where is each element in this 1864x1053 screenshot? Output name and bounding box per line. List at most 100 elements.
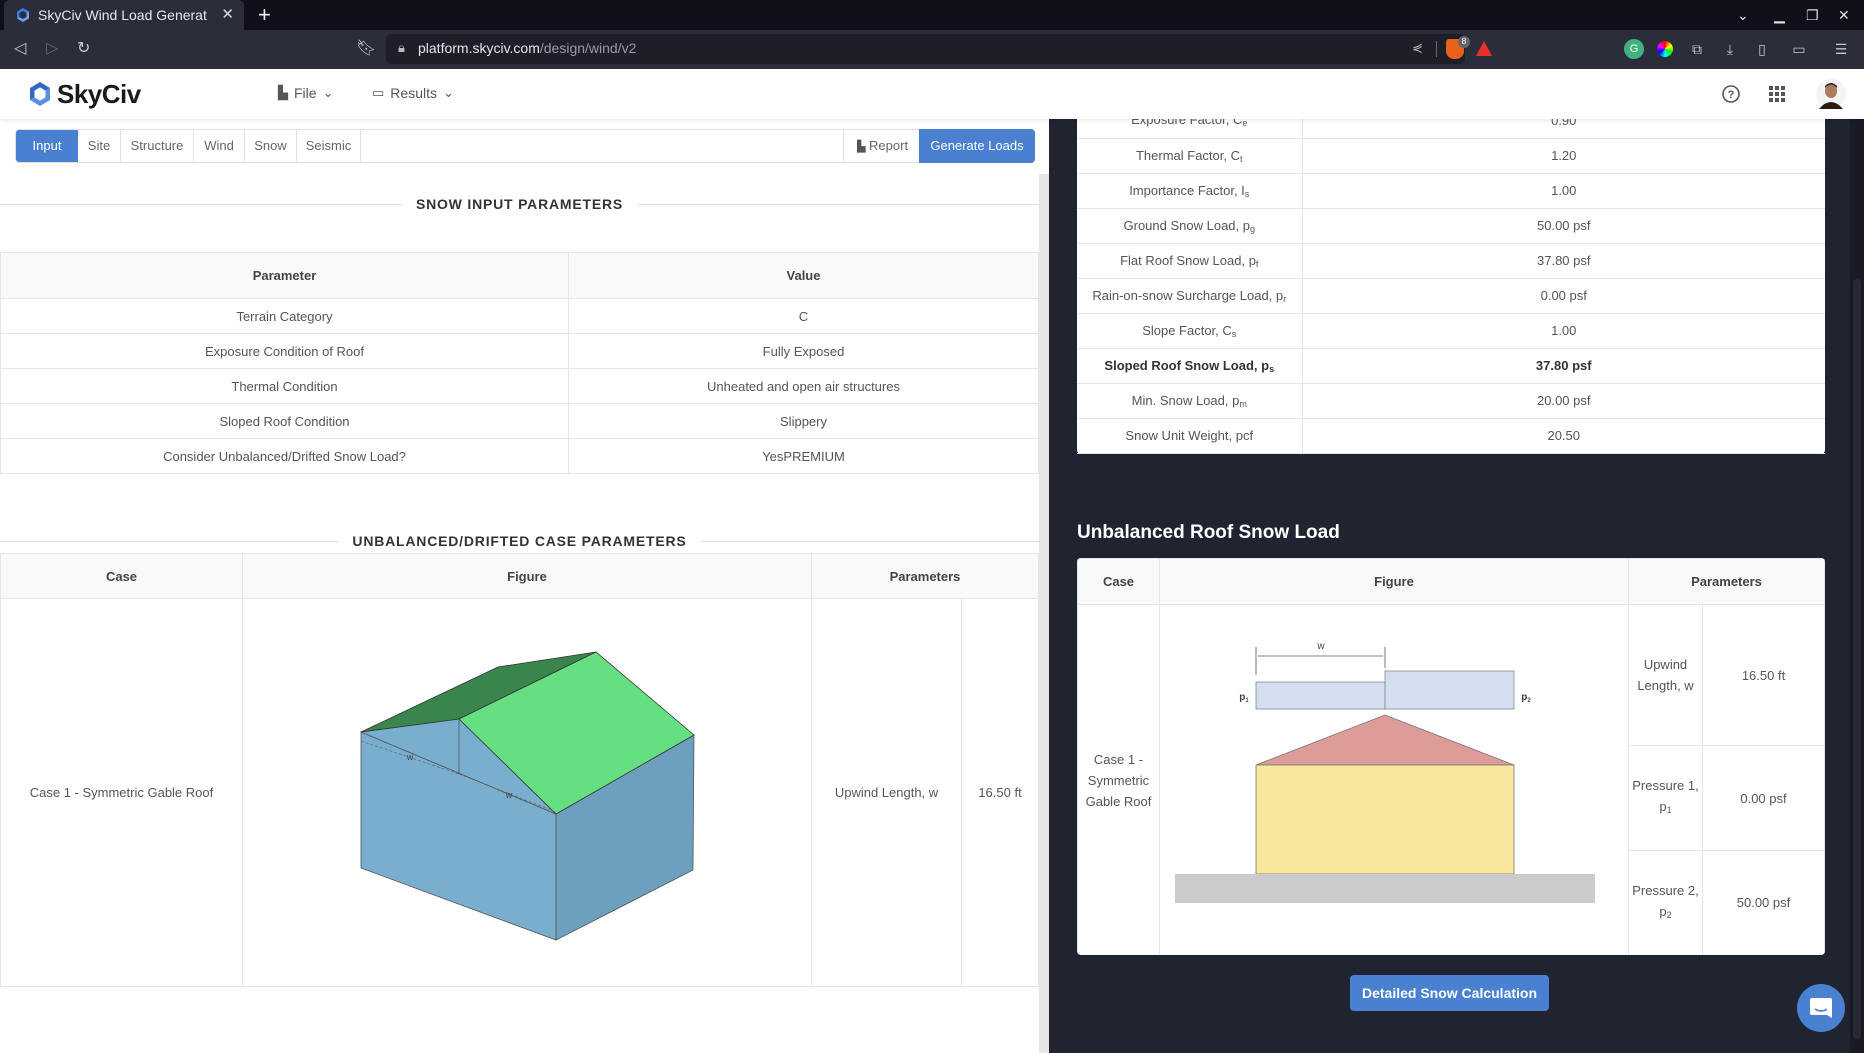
- col-header-case: Case: [0, 553, 243, 599]
- table-row: Snow Unit Weight, pcf 20.50: [1077, 418, 1825, 454]
- param-value-cell: 50.00 psf: [1702, 849, 1825, 955]
- report-button[interactable]: ▙ Report: [843, 130, 921, 162]
- skyciv-favicon-icon: [17, 8, 29, 22]
- result-value-cell: 50.00 psf: [1302, 208, 1825, 244]
- param-label-cell: Pressure 1, p1: [1628, 745, 1703, 851]
- right-scrollbar[interactable]: [1850, 119, 1864, 1053]
- tab-list-chevron-icon[interactable]: ⌄: [1737, 0, 1749, 30]
- unbalanced-roof-snow-load-title: Unbalanced Roof Snow Load: [1077, 522, 1340, 543]
- skyciv-logo-icon: [30, 82, 50, 106]
- result-label-cell: Rain-on-snow Surcharge Load, pr: [1077, 278, 1303, 314]
- report-label: Report: [869, 138, 909, 153]
- tab-seismic[interactable]: Seismic: [297, 130, 361, 162]
- snow-input-section-title: SNOW INPUT PARAMETERS: [0, 194, 1039, 214]
- col-header-parameter: Parameter: [0, 252, 569, 299]
- apps-grid-icon[interactable]: [1764, 81, 1790, 107]
- tab-input[interactable]: Input: [16, 130, 78, 162]
- param-label-cell: Upwind Length, w: [811, 598, 962, 987]
- table-row: Case 1 - Symmetric Gable Roof w w Upwind…: [0, 598, 1039, 987]
- result-label-cell: Sloped Roof Snow Load, ps: [1077, 348, 1303, 384]
- bookmark-icon[interactable]: 🔖︎: [356, 39, 376, 59]
- figure-cell: w w: [242, 598, 812, 987]
- browser-tab[interactable]: SkyCiv Wind Load Generat ✕: [4, 0, 244, 30]
- brave-rewards-icon[interactable]: [1476, 41, 1492, 56]
- file-menu[interactable]: ▙ File ⌄: [278, 85, 333, 101]
- reload-icon[interactable]: ↻: [77, 39, 90, 59]
- restore-icon[interactable]: ❐: [1806, 0, 1819, 30]
- result-value-cell: 0.00 psf: [1302, 278, 1825, 314]
- col-header-parameters: Parameters: [1628, 558, 1825, 605]
- unbalanced-section-title: UNBALANCED/DRIFTED CASE PARAMETERS: [0, 531, 1039, 551]
- left-scrollbar[interactable]: [1039, 174, 1049, 1053]
- results-menu[interactable]: ▭ Results ⌄: [372, 85, 454, 101]
- color-picker-icon[interactable]: [1655, 39, 1675, 59]
- scrollbar-thumb[interactable]: [1853, 279, 1861, 1039]
- 3d-gable-house-figure: w w: [359, 651, 695, 941]
- address-bar[interactable]: 🔒︎ platform.skyciv.com/design/wind/v2 ⋞ …: [386, 34, 1492, 64]
- detailed-snow-calculation-button[interactable]: Detailed Snow Calculation: [1350, 975, 1549, 1011]
- minimize-icon[interactable]: ▁: [1774, 0, 1785, 30]
- browser-menu-icon[interactable]: ☰: [1831, 39, 1851, 59]
- param-label-cell: Upwind Length, w: [1628, 603, 1703, 747]
- result-label-cell: Slope Factor, Cs: [1077, 313, 1303, 349]
- wallet-icon[interactable]: ▭: [1789, 39, 1809, 59]
- tab-site[interactable]: Site: [78, 130, 121, 162]
- skyciv-logo[interactable]: SkyCiv: [28, 79, 141, 109]
- table-row: Sloped Roof Condition Slippery: [0, 403, 1039, 439]
- chevron-down-icon: ⌄: [442, 85, 454, 100]
- forward-icon[interactable]: ▷: [46, 39, 58, 59]
- table-row: Slope Factor, Cs 1.00: [1077, 313, 1825, 349]
- ground: [1175, 874, 1595, 903]
- result-value-cell: 1.00: [1302, 313, 1825, 349]
- param-value-cell: 16.50 ft: [1702, 603, 1825, 747]
- table-row: Thermal Condition Unheated and open air s…: [0, 368, 1039, 404]
- result-label-cell: Snow Unit Weight, pcf: [1077, 418, 1303, 454]
- snow-results-table: Exposure Factor, Ce 0.90 Thermal Factor, C…: [1077, 103, 1825, 454]
- w-label: w: [406, 752, 414, 762]
- table-header-row: Parameter Value: [0, 252, 1039, 299]
- tab-structure[interactable]: Structure: [121, 130, 194, 162]
- p1-snow-block: [1255, 681, 1386, 710]
- tab-wind[interactable]: Wind: [194, 130, 245, 162]
- new-tab-button[interactable]: +: [258, 0, 271, 30]
- p1-label: p1: [1239, 692, 1249, 704]
- chat-support-button[interactable]: [1797, 984, 1845, 1032]
- logo-text: SkyCiv: [57, 78, 141, 109]
- param-cell: Consider Unbalanced/Drifted Snow Load?: [0, 438, 569, 474]
- result-value-cell: 37.80 psf: [1302, 348, 1825, 384]
- param-value-cell: 0.00 psf: [1702, 745, 1825, 851]
- download-icon[interactable]: ⤓: [1720, 39, 1740, 59]
- monitor-icon: ▭: [372, 85, 385, 100]
- table-row: Flat Roof Snow Load, pf 37.80 psf: [1077, 243, 1825, 279]
- table-row: Exposure Condition of Roof Fully Exposed: [0, 333, 1039, 369]
- table-row: Case 1 - Symmetric Gable Roof w p1 p2 Up…: [1077, 603, 1825, 955]
- table-row: Terrain Category C: [0, 298, 1039, 334]
- help-icon[interactable]: ?: [1718, 81, 1744, 107]
- results-panel: Exposure Factor, Ce 0.90 Thermal Factor, C…: [1049, 103, 1864, 1053]
- generate-loads-button[interactable]: Generate Loads: [919, 129, 1035, 163]
- col-header-value: Value: [568, 252, 1039, 299]
- svg-text:?: ?: [1728, 89, 1735, 101]
- extensions-icon[interactable]: ⧉: [1687, 39, 1707, 59]
- sidebar-icon[interactable]: ▯: [1752, 39, 1772, 59]
- param-label-cell: Pressure 2, p2: [1628, 849, 1703, 955]
- user-avatar[interactable]: [1816, 79, 1846, 109]
- p2-label: p2: [1521, 692, 1531, 704]
- result-label-cell: Importance Factor, Is: [1077, 173, 1303, 209]
- roof-triangle: [1255, 714, 1515, 766]
- back-icon[interactable]: ◁: [14, 39, 26, 59]
- chevron-down-icon: ⌄: [322, 85, 334, 100]
- value-cell: Slippery: [568, 403, 1039, 439]
- table-row: Sloped Roof Snow Load, ps 37.80 psf: [1077, 348, 1825, 384]
- close-tab-icon[interactable]: ✕: [221, 0, 234, 30]
- grammarly-icon[interactable]: G: [1624, 39, 1644, 59]
- param-cell: Exposure Condition of Roof: [0, 333, 569, 369]
- case-cell: Case 1 - Symmetric Gable Roof: [1077, 604, 1160, 955]
- table-row: Ground Snow Load, pg 50.00 psf: [1077, 208, 1825, 244]
- unbalanced-case-table: Case Figure Parameters Case 1 - Symmetri…: [0, 553, 1039, 987]
- close-window-icon[interactable]: ✕: [1838, 0, 1850, 30]
- share-icon[interactable]: ⋞: [1412, 40, 1423, 56]
- separator: [1436, 41, 1437, 57]
- tab-snow[interactable]: Snow: [245, 130, 297, 162]
- result-value-cell: 1.00: [1302, 173, 1825, 209]
